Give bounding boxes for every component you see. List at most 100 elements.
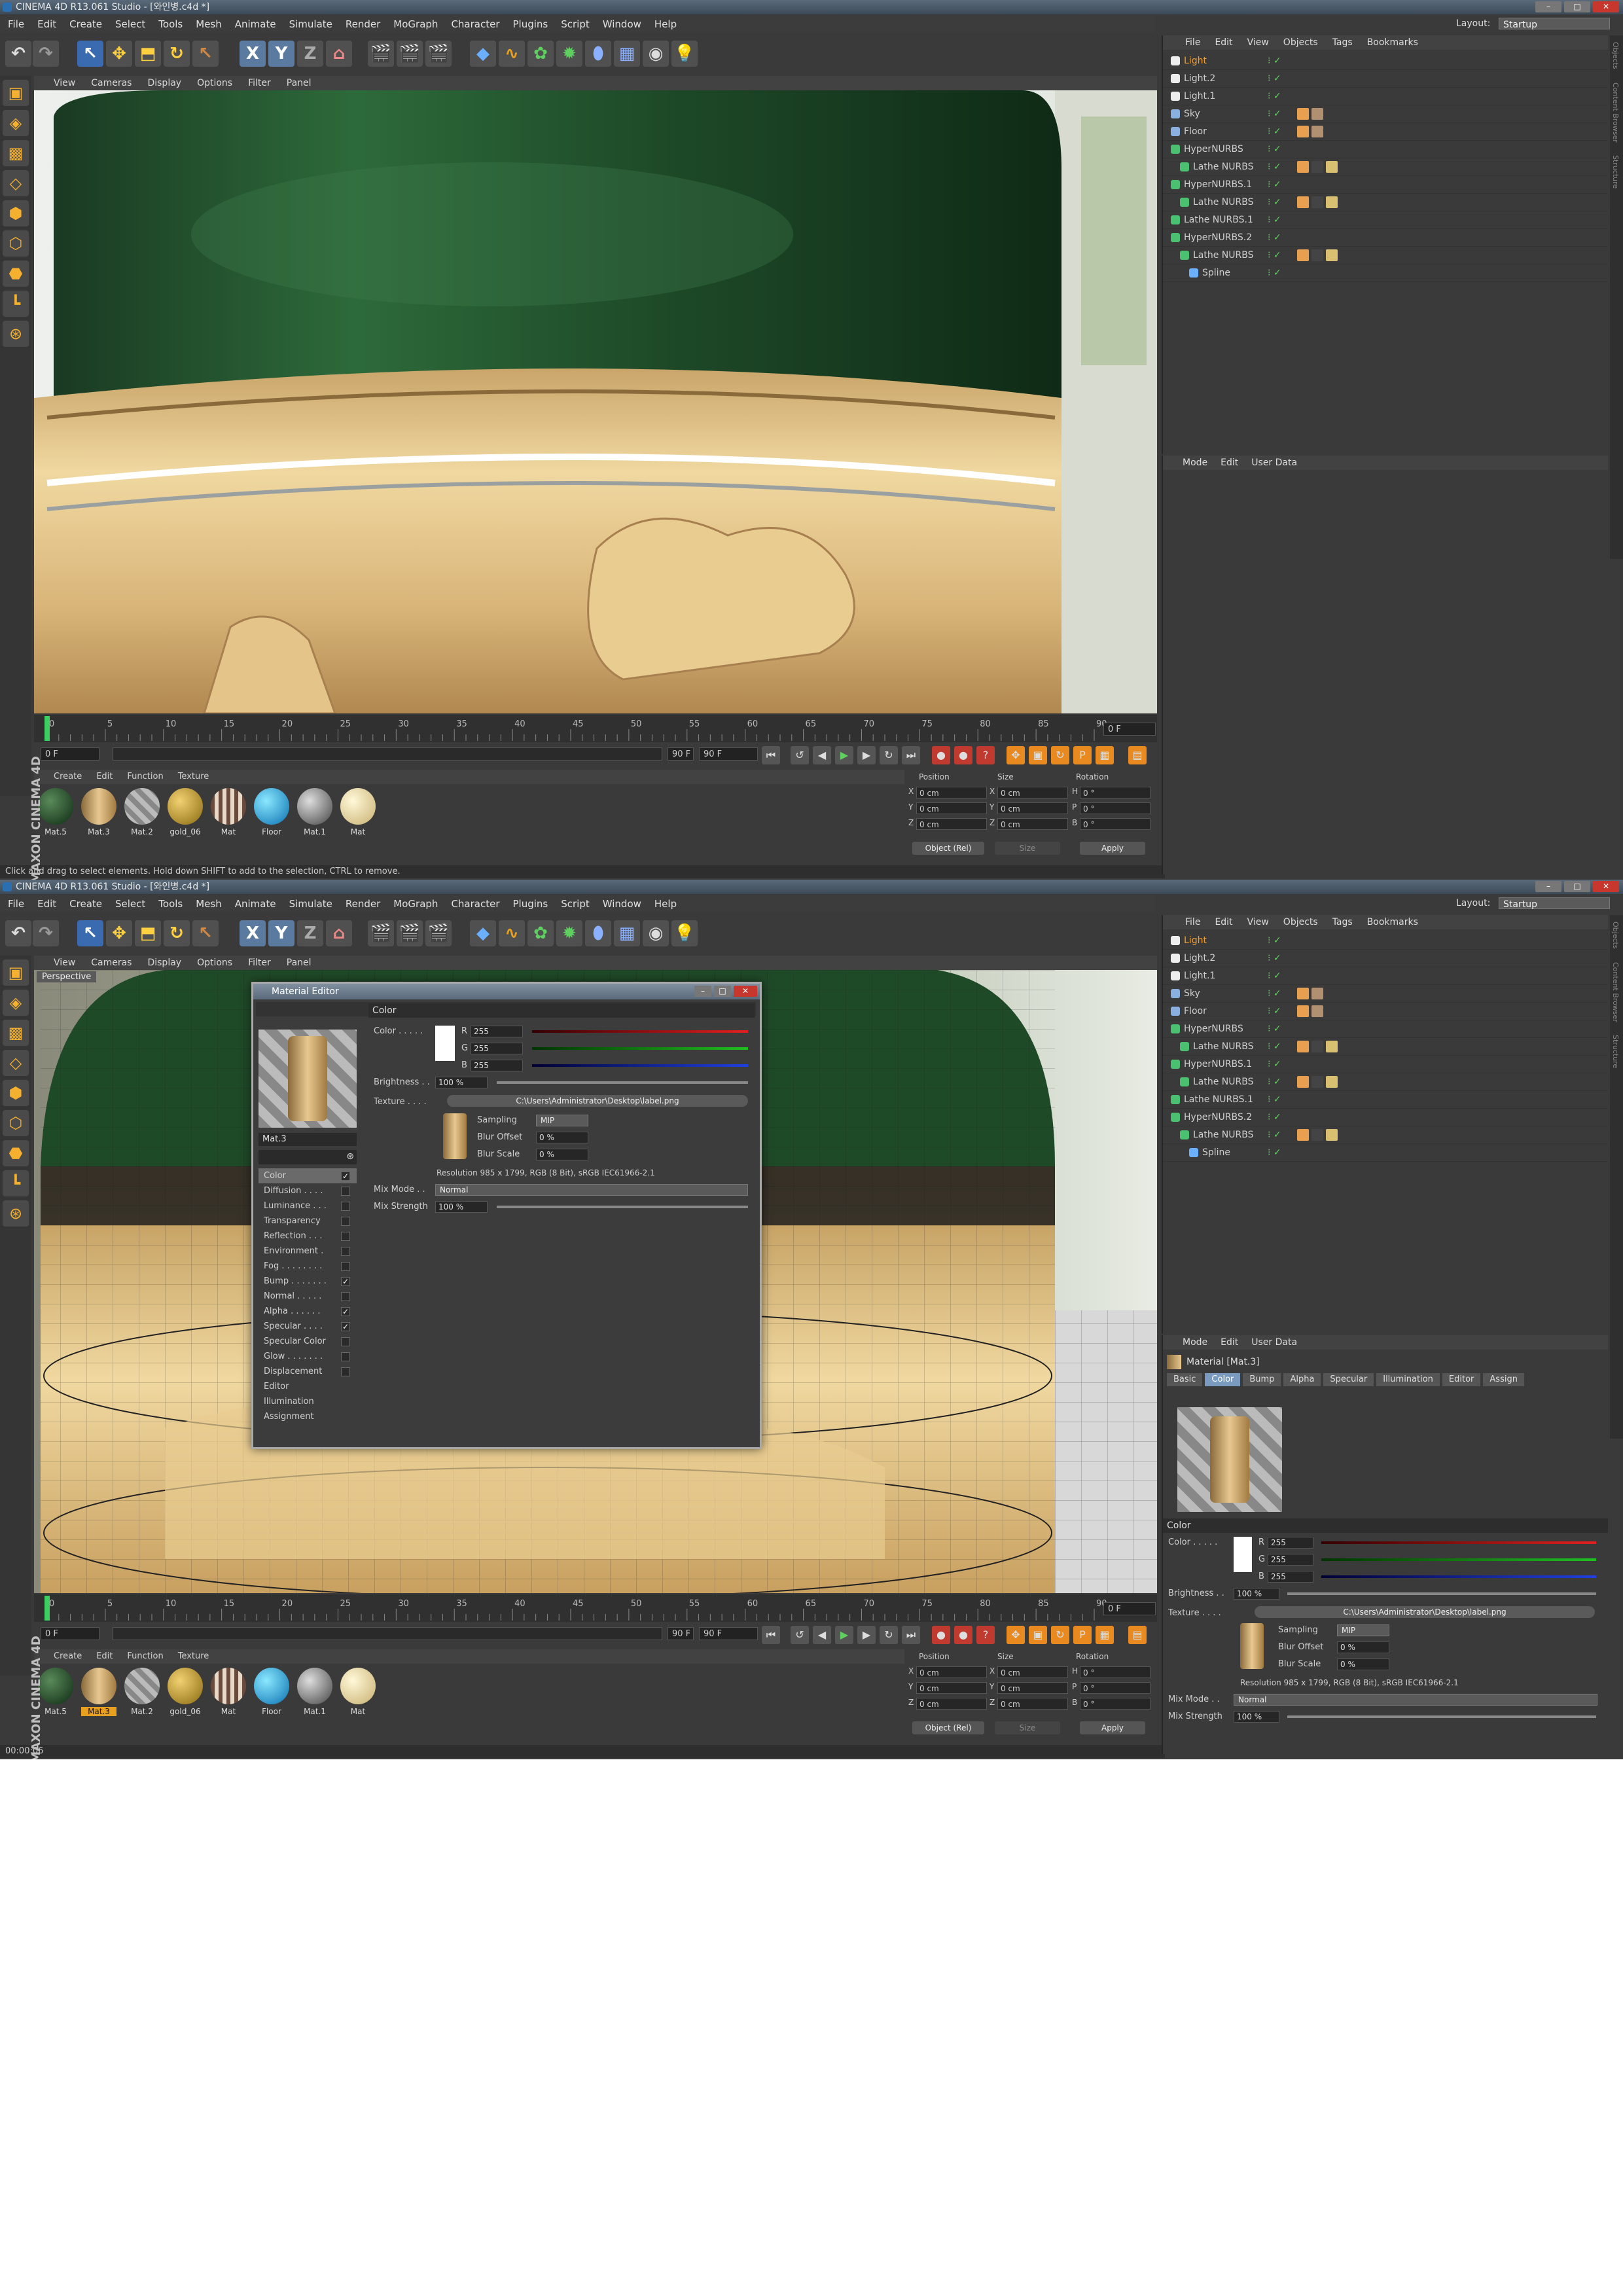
visibility-toggle[interactable]: ⁝ ✓ (1268, 1020, 1281, 1037)
material-menu-create[interactable]: Create (54, 1649, 82, 1664)
mixmode-dropdown[interactable]: Normal (435, 1184, 748, 1196)
axis-mode-icon[interactable]: ┗ (3, 291, 29, 317)
deformer-icon[interactable]: ⬮ (585, 920, 611, 946)
edges-mode-icon[interactable]: ⬡ (3, 230, 29, 257)
polygons-mode-icon[interactable]: ⬣ (3, 1140, 29, 1166)
menu-mesh[interactable]: Mesh (196, 16, 222, 33)
viewport-menu-options[interactable]: Options (197, 76, 232, 90)
material-swatch-3[interactable]: gold_06 (168, 1668, 203, 1719)
material-tag-icon[interactable] (1311, 249, 1323, 261)
scale-key-icon[interactable]: ▣ (1029, 1626, 1047, 1644)
material-swatch-2[interactable]: Mat.2 (124, 788, 160, 839)
material-tag-icon[interactable] (1297, 196, 1309, 208)
tweak-mode-icon[interactable]: ⊛ (3, 1200, 29, 1227)
loop-icon[interactable]: ↺ (791, 1626, 809, 1644)
visibility-toggle[interactable]: ⁝ ✓ (1268, 1038, 1281, 1055)
attr-r-field[interactable]: 255 (1268, 1537, 1313, 1549)
object-row[interactable]: Light ⁝ ✓ (1163, 932, 1608, 950)
b-field[interactable]: 255 (471, 1060, 523, 1071)
visibility-toggle[interactable]: ⁝ ✓ (1268, 1091, 1281, 1108)
menu-plugins[interactable]: Plugins (513, 895, 548, 912)
object-menu-objects[interactable]: Objects (1283, 915, 1318, 929)
array-icon[interactable]: ✹ (556, 920, 582, 946)
material-swatch-4[interactable]: Mat (211, 1668, 246, 1719)
material-tag-icon[interactable] (1311, 988, 1323, 999)
make-editable-icon[interactable]: ▣ (3, 960, 29, 986)
object-menu-objects[interactable]: Objects (1283, 35, 1318, 50)
render-view-icon[interactable]: 🎬 (368, 920, 394, 946)
rotation-p-field[interactable]: 0 ° (1080, 1682, 1150, 1694)
object-row[interactable]: HyperNURBS.2 ⁝ ✓ (1163, 229, 1608, 247)
channel-illumination[interactable]: Illumination (259, 1394, 357, 1409)
timeline-ruler[interactable]: 0 5 10 15 20 25 30 35 40 45 50 55 60 65 70 75 80 85 90 0 F (34, 1594, 1157, 1622)
attr-b-slider[interactable] (1321, 1575, 1596, 1578)
viewport-render[interactable] (34, 90, 1157, 713)
material-tag-icon[interactable] (1297, 108, 1309, 120)
channel-luminance[interactable]: Luminance . . . (259, 1198, 357, 1213)
channel-editor[interactable]: Editor (259, 1379, 357, 1394)
y-axis-icon[interactable]: Y (268, 920, 294, 946)
channel-filter-field[interactable]: ⊛ (259, 1150, 357, 1164)
size-z-field[interactable]: 0 cm (997, 1698, 1068, 1710)
visibility-toggle[interactable]: ⁝ ✓ (1268, 985, 1281, 1002)
end-frame-field[interactable]: 90 F (699, 1627, 758, 1640)
menu-help[interactable]: Help (654, 895, 677, 912)
material-tag-icon[interactable] (1326, 1076, 1338, 1088)
visibility-toggle[interactable]: ⁝ ✓ (1268, 176, 1281, 193)
object-row[interactable]: HyperNURBS ⁝ ✓ (1163, 141, 1608, 158)
viewport-menu-filter[interactable]: Filter (248, 76, 271, 90)
goto-next-key-icon[interactable]: ↻ (880, 1626, 898, 1644)
menu-render[interactable]: Render (346, 895, 380, 912)
z-axis-icon[interactable]: Z (297, 41, 323, 67)
close-button[interactable]: ✕ (1593, 881, 1619, 892)
content-browser-tab[interactable]: Content Browser (1610, 76, 1621, 149)
viewport-menu-view[interactable]: View (54, 76, 75, 90)
light-icon[interactable]: 💡 (671, 41, 698, 67)
keyframe-selection-icon[interactable]: ? (976, 1626, 995, 1644)
object-menu-tags[interactable]: Tags (1332, 35, 1353, 50)
object-row[interactable]: HyperNURBS.1 ⁝ ✓ (1163, 1056, 1608, 1073)
object-row[interactable]: HyperNURBS.2 ⁝ ✓ (1163, 1109, 1608, 1126)
object-row[interactable]: Light ⁝ ✓ (1163, 52, 1608, 70)
cube-icon[interactable]: ◆ (470, 41, 496, 67)
attr-tab-assign[interactable]: Assign (1483, 1373, 1524, 1386)
channel-checkbox[interactable] (341, 1202, 350, 1211)
start-frame-field[interactable]: 0 F (41, 1627, 99, 1640)
material-menu-function[interactable]: Function (127, 770, 163, 784)
playhead[interactable] (45, 1596, 50, 1621)
material-swatch-6[interactable]: Mat.1 (297, 788, 332, 839)
render-view-icon[interactable]: 🎬 (368, 41, 394, 67)
menu-edit[interactable]: Edit (37, 895, 56, 912)
channel-checkbox[interactable] (341, 1187, 350, 1196)
goto-start-icon[interactable]: ⏮ (762, 1626, 780, 1644)
menu-create[interactable]: Create (69, 16, 102, 33)
spline-pen-icon[interactable]: ∿ (499, 920, 525, 946)
object-row[interactable]: Lathe NURBS ⁝ ✓ (1163, 194, 1608, 211)
autokey-icon[interactable]: ● (954, 1626, 972, 1644)
position-x-field[interactable]: 0 cm (916, 787, 987, 798)
deformer-icon[interactable]: ⬮ (585, 41, 611, 67)
timeline-ruler[interactable]: 0 5 10 15 20 25 30 35 40 45 50 55 60 65 70 75 80 85 90 0 F (34, 715, 1157, 742)
menu-mesh[interactable]: Mesh (196, 895, 222, 912)
rotation-b-field[interactable]: 0 ° (1080, 818, 1150, 830)
attr-b-field[interactable]: 255 (1268, 1571, 1313, 1583)
material-swatch-5[interactable]: Floor (254, 788, 289, 839)
objects-tab[interactable]: Objects (1610, 35, 1621, 76)
y-axis-icon[interactable]: Y (268, 41, 294, 67)
preview-range-slider[interactable] (113, 1627, 662, 1640)
visibility-toggle[interactable]: ⁝ ✓ (1268, 1073, 1281, 1090)
render-settings-icon[interactable]: 🎬 (425, 41, 452, 67)
rotation-p-field[interactable]: 0 ° (1080, 802, 1150, 814)
material-menu-texture[interactable]: Texture (178, 770, 209, 784)
menu-plugins[interactable]: Plugins (513, 16, 548, 33)
edges-mode-icon[interactable]: ⬡ (3, 1110, 29, 1136)
attr-menu-edit[interactable]: Edit (1221, 1335, 1238, 1350)
visibility-toggle[interactable]: ⁝ ✓ (1268, 932, 1281, 949)
channel-diffusion[interactable]: Diffusion . . . . (259, 1183, 357, 1198)
menu-script[interactable]: Script (561, 16, 590, 33)
channel-glow[interactable]: Glow . . . . . . . (259, 1349, 357, 1364)
attr-menu-user-data[interactable]: User Data (1251, 456, 1297, 470)
material-tag-icon[interactable] (1311, 1041, 1323, 1052)
redo-icon[interactable]: ↷ (33, 41, 59, 67)
position-z-field[interactable]: 0 cm (916, 818, 987, 830)
